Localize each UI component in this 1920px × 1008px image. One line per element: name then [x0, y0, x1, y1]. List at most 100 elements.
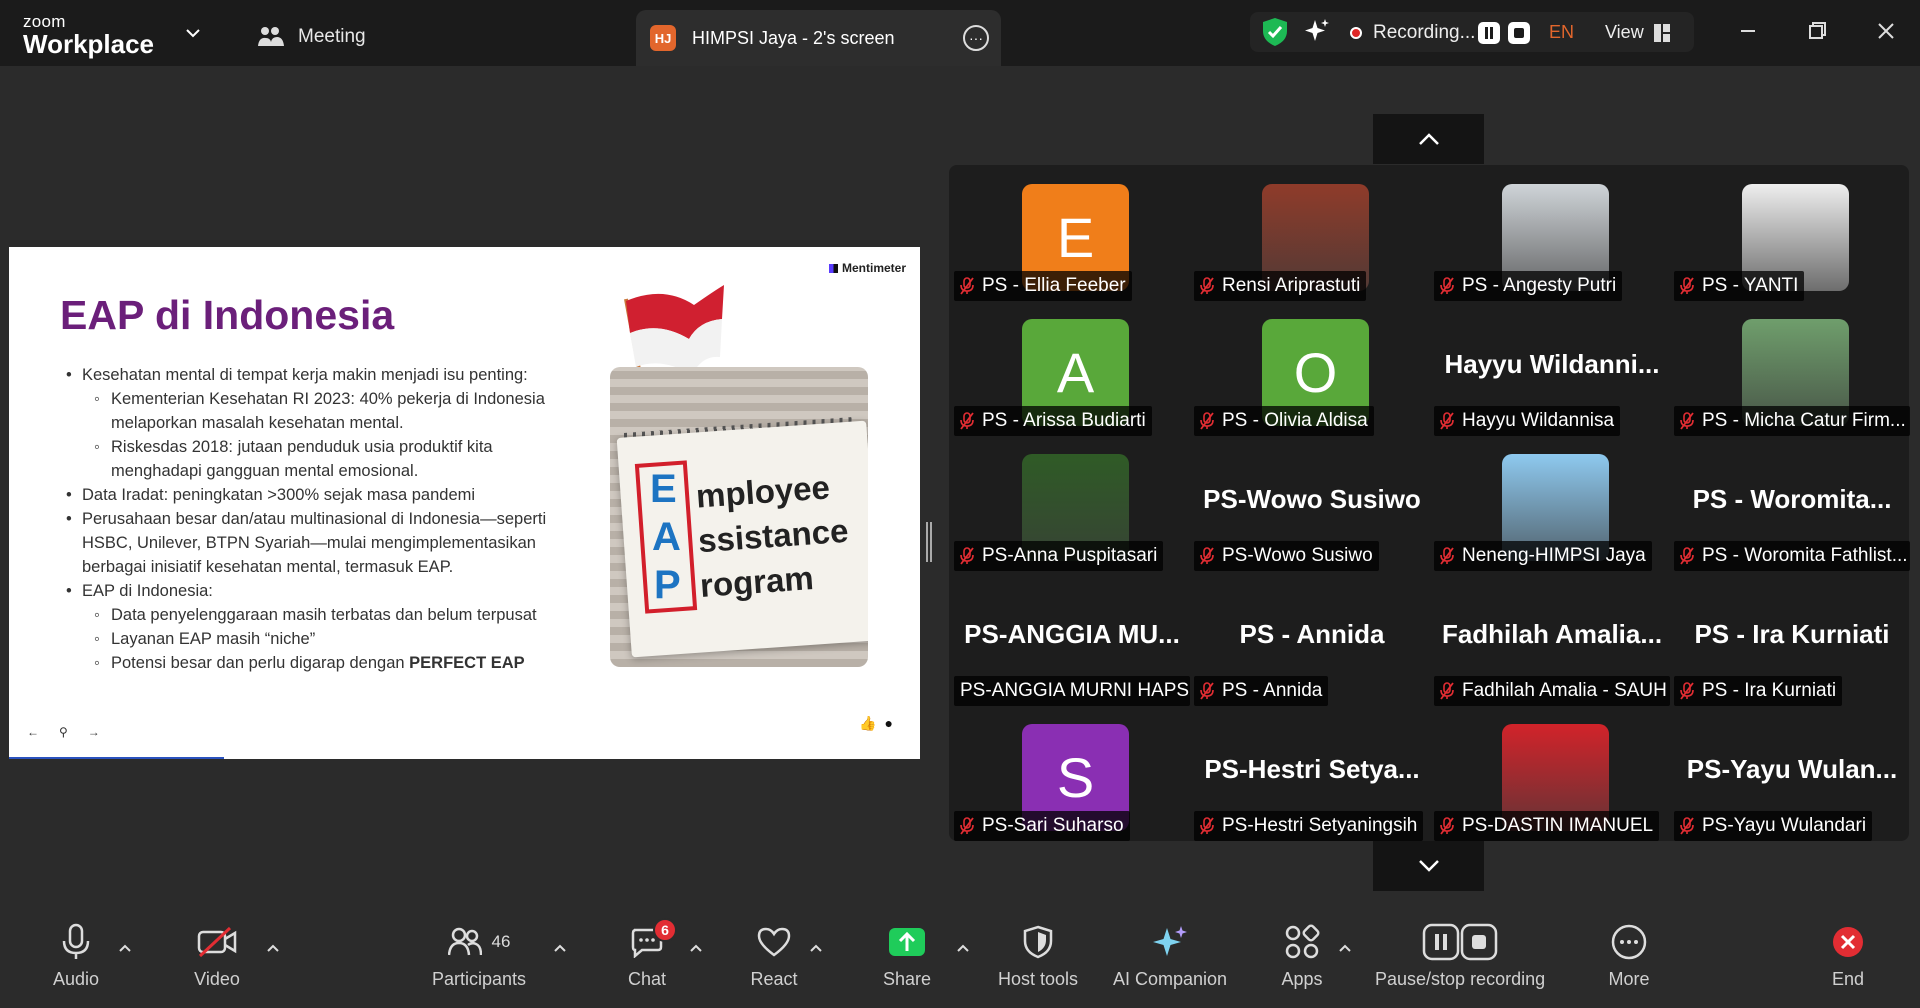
chat-options-caret-icon[interactable]: [689, 943, 703, 953]
sub-bullet-item: Riskesdas 2018: jutaan penduduk usia pro…: [64, 435, 584, 483]
meeting-tab[interactable]: Meeting: [258, 22, 366, 52]
grid-view-icon: [1653, 23, 1670, 42]
title-bar: zoom Workplace Meeting HJ HIMPSI Jaya - …: [0, 0, 1920, 66]
host-tools-button[interactable]: Host tools: [998, 920, 1078, 990]
participants-button[interactable]: 46 Participants: [432, 920, 526, 990]
apps-button[interactable]: Apps: [1278, 920, 1326, 990]
participant-tile[interactable]: PS - Ira Kurniati PS - Ira Kurniati: [1672, 575, 1912, 710]
more-options-icon[interactable]: ···: [963, 25, 989, 51]
participant-tile[interactable]: Fadhilah Amalia... Fadhilah Amalia - SAUH: [1432, 575, 1672, 710]
participants-icon: [447, 927, 482, 956]
share-tab-title: HIMPSI Jaya - 2's screen: [692, 27, 895, 48]
participant-tile[interactable]: PS - YANTI: [1672, 170, 1912, 305]
participant-display-name: PS - Woromita...: [1692, 484, 1892, 514]
participants-options-caret-icon[interactable]: [553, 943, 567, 953]
participant-tile[interactable]: PS - Micha Catur Firm...: [1672, 305, 1912, 440]
participant-name-label: PS - Ellia Feeber: [954, 271, 1132, 301]
participant-tile[interactable]: E PS - Ellia Feeber: [952, 170, 1192, 305]
recording-status: Recording...: [1373, 22, 1476, 43]
restore-icon[interactable]: [1802, 16, 1832, 46]
eap-letter-p: P: [654, 563, 681, 607]
split-drag-handle[interactable]: [926, 522, 932, 562]
participant-tile[interactable]: PS-Yayu Wulan... PS-Yayu Wulandari: [1672, 710, 1912, 845]
pause-recording-icon[interactable]: [1478, 22, 1500, 44]
eap-letter-a: A: [652, 515, 681, 559]
participant-name-label: PS - Arissa Budiarti: [954, 406, 1152, 436]
participant-tile[interactable]: Hayyu Wildanni... Hayyu Wildannisa: [1432, 305, 1672, 440]
minimize-icon[interactable]: [1733, 16, 1763, 46]
participant-tile[interactable]: O PS - Olivia Aldisa: [1192, 305, 1432, 440]
participant-display-name: PS - Ira Kurniati: [1694, 619, 1890, 649]
video-button[interactable]: Video: [193, 920, 241, 990]
language-indicator[interactable]: EN: [1549, 22, 1574, 43]
react-button[interactable]: React: [750, 920, 798, 990]
audio-options-caret-icon[interactable]: [118, 943, 132, 953]
stop-recording-icon[interactable]: [1508, 22, 1530, 44]
participant-tile[interactable]: PS-ANGGIA MU... PS-ANGGIA MURNI HAPS...: [952, 575, 1192, 710]
slide-bullet-list: Kesehatan mental di tempat kerja makin m…: [64, 363, 584, 675]
close-icon[interactable]: [1871, 16, 1901, 46]
location-pin-icon[interactable]: ⚲: [59, 725, 68, 739]
security-shield-icon[interactable]: [1262, 17, 1288, 47]
video-options-caret-icon[interactable]: [266, 943, 280, 953]
shared-screen-slide: Mentimeter EAP di Indonesia Kesehatan me…: [9, 247, 920, 759]
more-button[interactable]: More: [1605, 920, 1653, 990]
share-options-caret-icon[interactable]: [956, 943, 970, 953]
gallery-page-down-button[interactable]: [1373, 841, 1484, 891]
mic-muted-icon: [1440, 412, 1454, 430]
sub-bullet-item: Kementerian Kesehatan RI 2023: 40% peker…: [64, 387, 584, 435]
mic-muted-icon: [1440, 277, 1454, 295]
chat-button[interactable]: 6 Chat: [623, 918, 677, 990]
share-screen-icon: [889, 928, 926, 956]
participant-name-label: PS - YANTI: [1674, 271, 1805, 301]
participants-icon: [258, 27, 284, 46]
ai-companion-sparkle-icon: [1153, 926, 1188, 956]
participant-name-label: PS - Ira Kurniati: [1674, 676, 1843, 706]
participant-tile[interactable]: PS-DASTIN IMANUEL: [1432, 710, 1672, 845]
participant-tile[interactable]: PS - Angesty Putri: [1432, 170, 1672, 305]
mic-muted-icon: [1200, 547, 1214, 565]
slide-title: EAP di Indonesia: [60, 292, 395, 338]
participant-name-label: PS-Yayu Wulandari: [1674, 811, 1873, 841]
mic-muted-icon: [1680, 277, 1694, 295]
thumbs-up-icon[interactable]: 👍: [859, 715, 876, 732]
participant-tile[interactable]: Rensi Ariprastuti: [1192, 170, 1432, 305]
brand-label: Mentimeter: [842, 261, 907, 275]
participant-tile[interactable]: PS - Annida PS - Annida: [1192, 575, 1432, 710]
view-button[interactable]: View: [1605, 22, 1670, 43]
audio-button[interactable]: Audio: [52, 920, 100, 990]
next-arrow-icon[interactable]: →: [88, 725, 100, 739]
participant-name-label: PS - Woromita Fathlist...: [1674, 541, 1910, 571]
share-screen-tab[interactable]: HJ HIMPSI Jaya - 2's screen ···: [636, 10, 1001, 66]
participant-tile[interactable]: PS-Anna Puspitasari: [952, 440, 1192, 575]
ai-companion-label: AI Companion: [1113, 969, 1228, 989]
mic-muted-icon: [1200, 412, 1214, 430]
apps-options-caret-icon[interactable]: [1338, 943, 1352, 953]
prev-arrow-icon[interactable]: ←: [27, 725, 39, 739]
participant-tile[interactable]: PS-Wowo Susiwo PS-Wowo Susiwo: [1192, 440, 1432, 575]
participant-name: PS-Wowo Susiwo: [1222, 545, 1373, 566]
react-options-caret-icon[interactable]: [809, 943, 823, 953]
mic-muted-icon: [1200, 277, 1214, 295]
chevron-down-icon[interactable]: [184, 24, 202, 42]
participant-tile[interactable]: S PS-Sari Suharso: [952, 710, 1192, 845]
mic-muted-icon: [1200, 682, 1214, 700]
ai-companion-button[interactable]: AI Companion: [1113, 920, 1227, 990]
participant-name: Neneng-HIMPSI Jaya: [1462, 545, 1646, 566]
host-tools-label: Host tools: [998, 969, 1079, 989]
recording-indicator-icon: [1350, 27, 1362, 39]
end-meeting-button[interactable]: End: [1824, 920, 1872, 990]
gallery-page-up-button[interactable]: [1373, 114, 1484, 164]
participant-name-label: PS-Sari Suharso: [954, 811, 1130, 841]
audience-icon[interactable]: ●: [884, 715, 892, 732]
ai-sparkle-icon[interactable]: [1303, 18, 1331, 46]
participant-tile[interactable]: PS-Hestri Setya... PS-Hestri Setyaningsih: [1192, 710, 1432, 845]
participant-name: PS-Sari Suharso: [982, 815, 1124, 836]
participant-name-label: PS - Angesty Putri: [1434, 271, 1623, 301]
share-button[interactable]: Share: [883, 920, 931, 990]
participant-tile[interactable]: A PS - Arissa Budiarti: [952, 305, 1192, 440]
participant-tile[interactable]: PS - Woromita... PS - Woromita Fathlist..…: [1672, 440, 1912, 575]
participant-tile[interactable]: Neneng-HIMPSI Jaya: [1432, 440, 1672, 575]
participant-name: PS-Anna Puspitasari: [982, 545, 1158, 566]
pause-stop-recording-button[interactable]: Pause/stop recording: [1375, 920, 1545, 990]
